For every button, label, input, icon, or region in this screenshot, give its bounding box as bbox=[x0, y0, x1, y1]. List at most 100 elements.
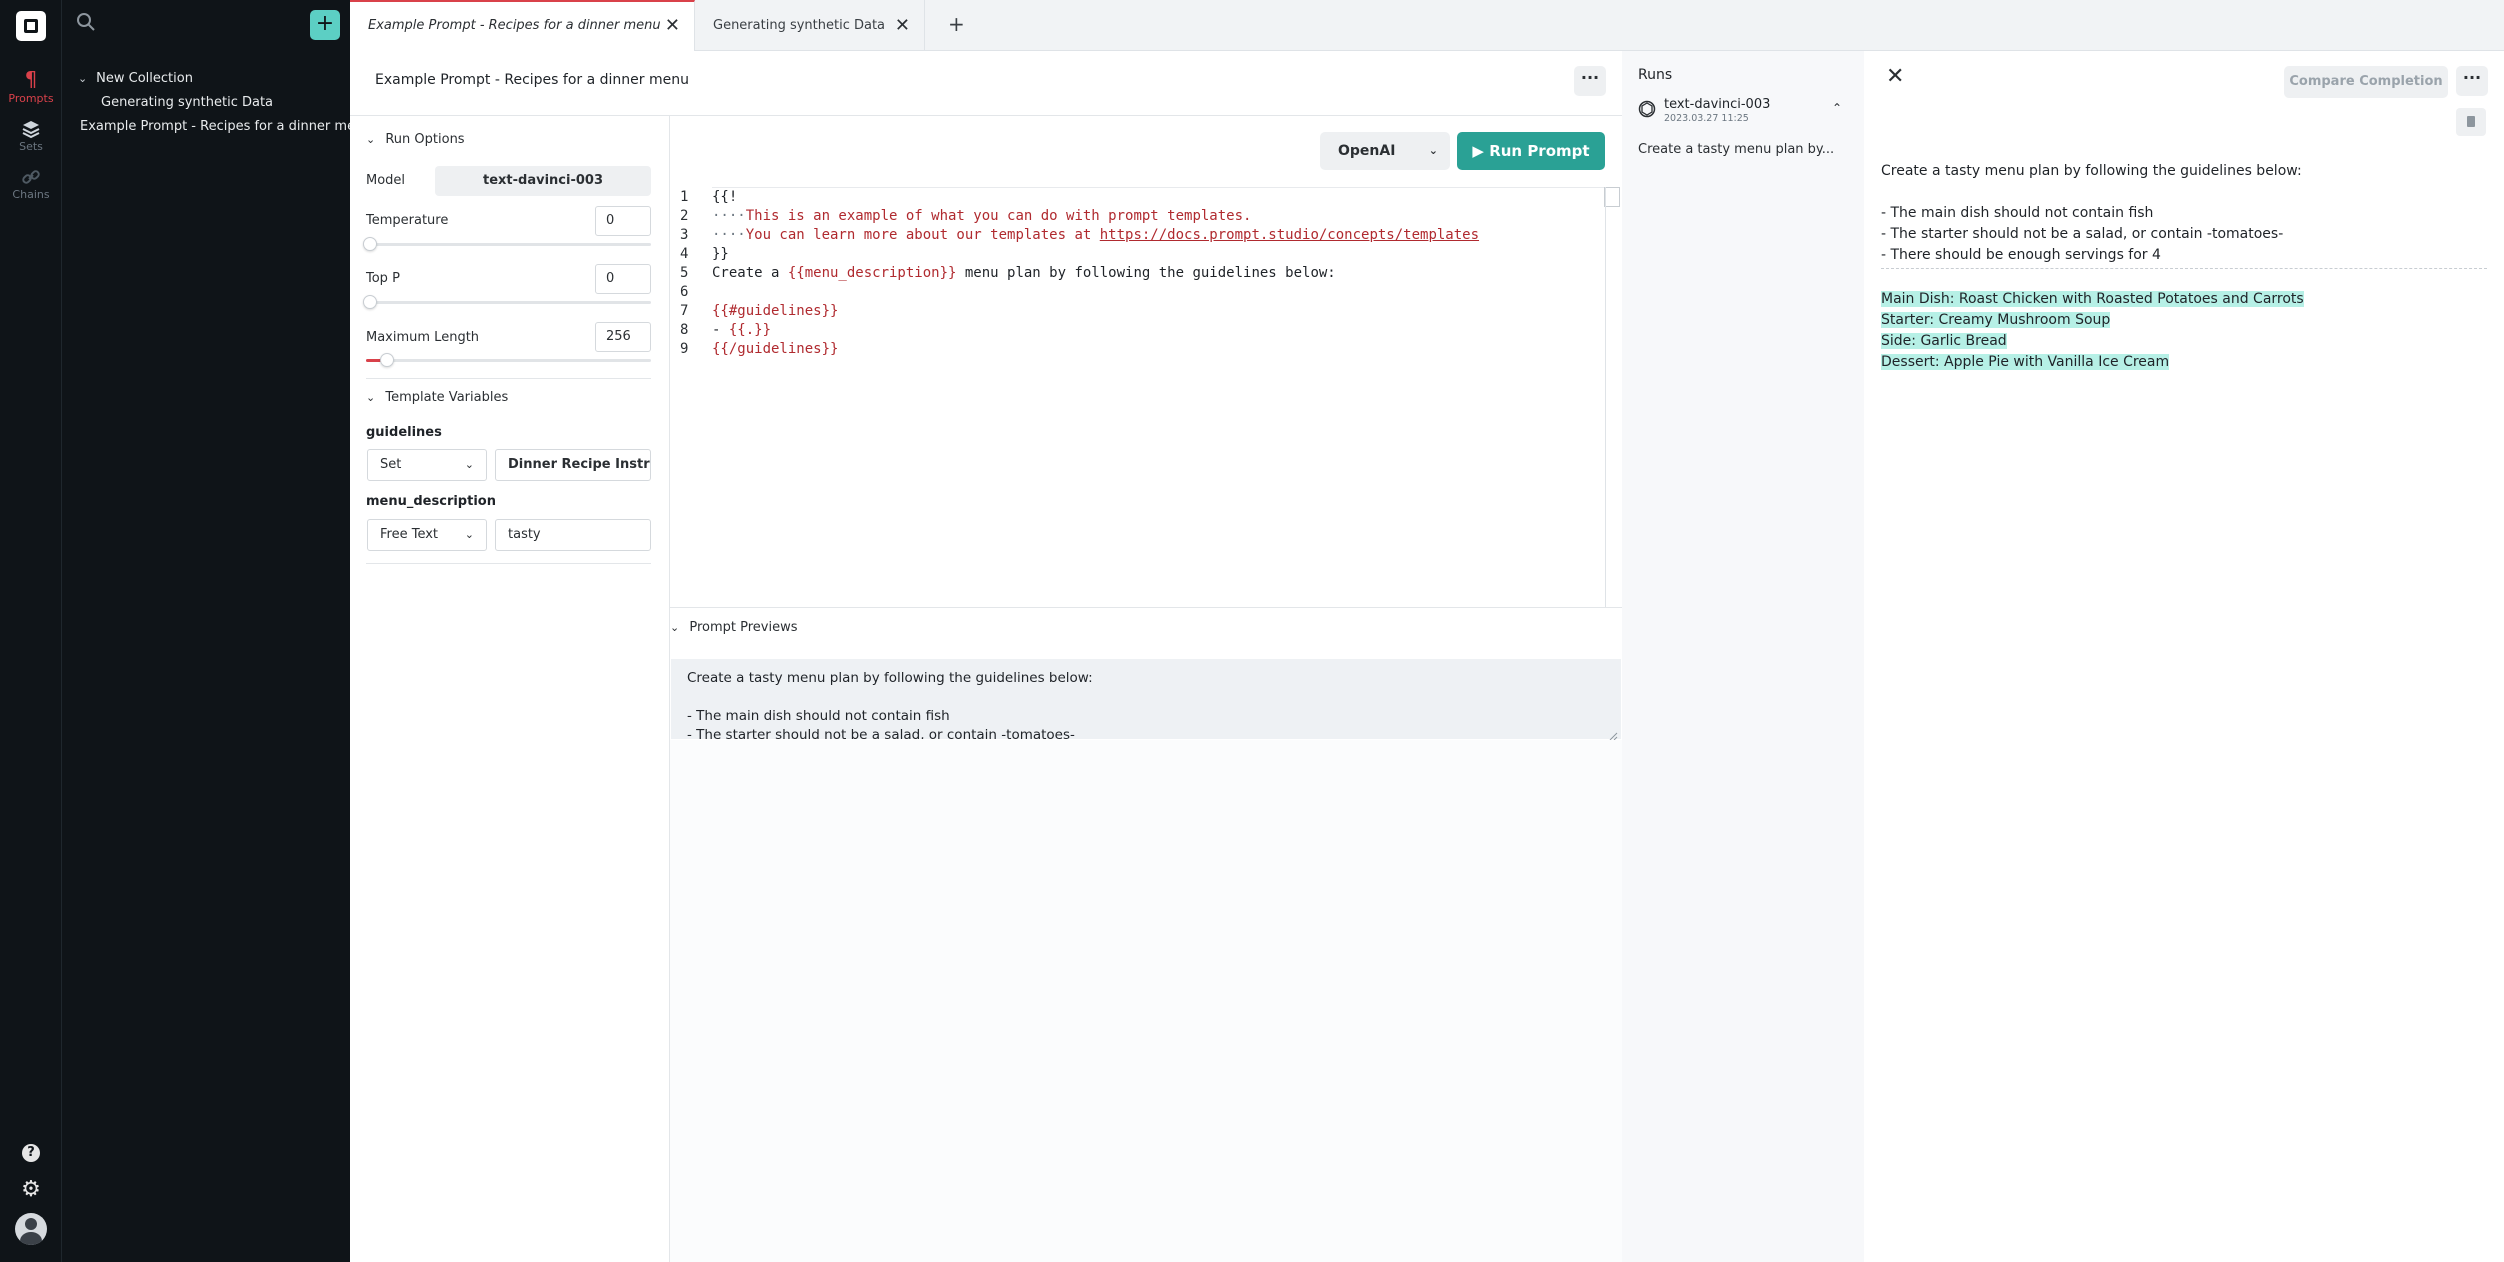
max-length-slider-track[interactable] bbox=[366, 359, 651, 362]
code-token: You can learn more about our templates a… bbox=[745, 227, 1100, 243]
menu-description-input[interactable]: tasty bbox=[495, 519, 651, 551]
runs-panel bbox=[1622, 51, 1864, 1262]
completion-result-line: Starter: Creamy Mushroom Soup bbox=[1881, 312, 2111, 328]
tree-item-label: Example Prompt - Recipes for a dinner me… bbox=[80, 119, 350, 134]
line-number: 3 bbox=[680, 227, 689, 243]
user-avatar-button[interactable] bbox=[0, 1213, 62, 1249]
help-icon: ? bbox=[22, 1144, 40, 1162]
prompt-title: Example Prompt - Recipes for a dinner me… bbox=[375, 72, 689, 88]
select-value: Set bbox=[380, 457, 402, 472]
tab-label: Example Prompt - Recipes for a dinner me… bbox=[368, 18, 661, 33]
temperature-slider-handle[interactable] bbox=[363, 237, 377, 251]
help-button[interactable]: ? bbox=[0, 1141, 62, 1162]
code-token: {{menu_description}} bbox=[787, 265, 957, 281]
top-p-label: Top P bbox=[366, 271, 400, 286]
top-p-slider-track[interactable] bbox=[366, 301, 651, 304]
add-prompt-button[interactable]: + bbox=[310, 10, 340, 40]
top-p-input[interactable]: 0 bbox=[595, 264, 651, 294]
runs-title: Runs bbox=[1638, 67, 1673, 83]
paragraph-icon: ¶ bbox=[24, 67, 38, 91]
code-line: 3 ····You can learn more about our templa… bbox=[680, 226, 1479, 245]
app-logo[interactable] bbox=[16, 11, 46, 41]
line-number: 2 bbox=[680, 208, 689, 224]
completion-prompt-line: - The starter should not be a salad, or … bbox=[1881, 226, 2284, 242]
run-item-model[interactable]: text-davinci-003 bbox=[1664, 97, 1770, 112]
completion-result-line: Side: Garlic Bread bbox=[1881, 333, 2007, 349]
code-token: {{.}} bbox=[728, 322, 772, 338]
temperature-slider-track[interactable] bbox=[366, 243, 651, 246]
run-item-snippet[interactable]: Create a tasty menu plan by... bbox=[1638, 142, 1834, 157]
preview-line: - The main dish should not contain fish bbox=[687, 708, 950, 724]
code-line: 9 {{/guidelines}} bbox=[680, 340, 838, 359]
tree-item-collection[interactable]: ⌄ New Collection bbox=[78, 71, 193, 86]
code-token: - bbox=[712, 322, 729, 338]
model-select[interactable]: text-davinci-003 bbox=[435, 166, 651, 196]
completion-prompt-line: - The main dish should not contain fish bbox=[1881, 205, 2154, 221]
guidelines-value-select[interactable]: Dinner Recipe Instr bbox=[495, 449, 651, 481]
code-line: 7 {{#guidelines}} bbox=[680, 302, 838, 321]
max-length-slider-handle[interactable] bbox=[380, 353, 395, 367]
prompt-preview-text[interactable]: Create a tasty menu plan by following th… bbox=[671, 659, 1621, 739]
active-line-highlight bbox=[712, 187, 1604, 188]
run-options-toggle[interactable]: ⌄ Run Options bbox=[366, 132, 465, 147]
chevron-down-icon: ⌄ bbox=[464, 528, 474, 541]
rail-item-chains[interactable]: Chains bbox=[0, 162, 62, 201]
template-variables-toggle[interactable]: ⌄ Template Variables bbox=[366, 390, 508, 405]
play-icon: ▶ bbox=[1472, 142, 1490, 160]
icon-rail: ¶ Prompts Sets Chains ? ⚙ bbox=[0, 0, 62, 1262]
prompt-previews-toggle[interactable]: ⌄ Prompt Previews bbox=[670, 608, 1622, 648]
chevron-down-icon: ⌄ bbox=[366, 391, 376, 404]
editor-scrollbar[interactable] bbox=[1605, 187, 1606, 607]
chevron-down-icon: ⌄ bbox=[366, 133, 376, 146]
variable-name: menu_description bbox=[366, 494, 496, 509]
tab-label: Generating synthetic Data bbox=[713, 18, 886, 33]
close-icon[interactable]: ✕ bbox=[1886, 66, 1904, 88]
rail-item-prompts[interactable]: ¶ Prompts bbox=[0, 66, 62, 105]
copy-icon[interactable] bbox=[2456, 108, 2486, 136]
prompt-completion-separator bbox=[1881, 268, 2487, 269]
code-token[interactable]: https://docs.prompt.studio/concepts/temp… bbox=[1100, 227, 1479, 243]
prompt-menu-button[interactable]: ··· bbox=[1574, 66, 1606, 96]
close-icon[interactable]: ✕ bbox=[665, 2, 680, 49]
menu-description-type-select[interactable]: Free Text ⌄ bbox=[367, 519, 487, 551]
link-icon bbox=[0, 162, 62, 188]
layers-icon bbox=[0, 114, 62, 140]
preview-line: - The starter should not be a salad, or … bbox=[687, 727, 1075, 739]
chevron-down-icon: ⌄ bbox=[1428, 144, 1438, 157]
tab-synthetic-data[interactable]: Generating synthetic Data ✕ bbox=[695, 0, 925, 51]
code-line: 2 ····This is an example of what you can … bbox=[680, 207, 1251, 226]
completion-prompt-line: - There should be enough servings for 4 bbox=[1881, 247, 2161, 263]
tree-item-dinner-menu[interactable]: Example Prompt - Recipes for a dinner me… bbox=[80, 119, 350, 134]
provider-select[interactable]: OpenAI ⌄ bbox=[1320, 132, 1450, 170]
run-prompt-button[interactable]: ▶ Run Prompt bbox=[1457, 132, 1605, 170]
code-token: ···· bbox=[712, 227, 746, 243]
compare-completion-button[interactable]: Compare Completion bbox=[2284, 66, 2448, 98]
close-icon[interactable]: ✕ bbox=[895, 0, 910, 51]
code-line: 5 Create a {{menu_description}} menu plan… bbox=[680, 264, 1336, 283]
new-tab-button[interactable]: + bbox=[948, 0, 965, 51]
variables-section-divider bbox=[366, 563, 651, 564]
prompt-editor[interactable] bbox=[670, 116, 1622, 608]
rail-item-sets[interactable]: Sets bbox=[0, 114, 62, 153]
code-token: menu plan by following the guidelines be… bbox=[956, 265, 1336, 281]
settings-button[interactable]: ⚙ bbox=[0, 1179, 62, 1201]
run-options-heading: Run Options bbox=[385, 132, 465, 147]
chevron-up-icon[interactable]: ⌃ bbox=[1832, 101, 1842, 115]
resize-handle-icon[interactable] bbox=[1608, 726, 1618, 741]
code-token: This is an example of what you can do wi… bbox=[745, 208, 1252, 224]
rail-item-label: Chains bbox=[12, 188, 50, 201]
avatar bbox=[15, 1213, 47, 1245]
tab-dinner-menu[interactable]: Example Prompt - Recipes for a dinner me… bbox=[350, 0, 695, 51]
temperature-input[interactable]: 0 bbox=[595, 206, 651, 236]
max-length-input[interactable]: 256 bbox=[595, 322, 651, 352]
tree-item-synthetic-data[interactable]: Generating synthetic Data bbox=[101, 95, 273, 110]
chevron-down-icon: ⌄ bbox=[670, 621, 680, 634]
line-number: 1 bbox=[680, 189, 689, 205]
select-value: Free Text bbox=[380, 527, 439, 542]
guidelines-type-select[interactable]: Set ⌄ bbox=[367, 449, 487, 481]
completion-menu-button[interactable]: ··· bbox=[2456, 66, 2488, 96]
search-icon[interactable] bbox=[74, 10, 98, 34]
top-p-slider-handle[interactable] bbox=[363, 295, 377, 309]
code-token: }} bbox=[712, 246, 729, 262]
completion-prompt-line: Create a tasty menu plan by following th… bbox=[1881, 163, 2302, 179]
